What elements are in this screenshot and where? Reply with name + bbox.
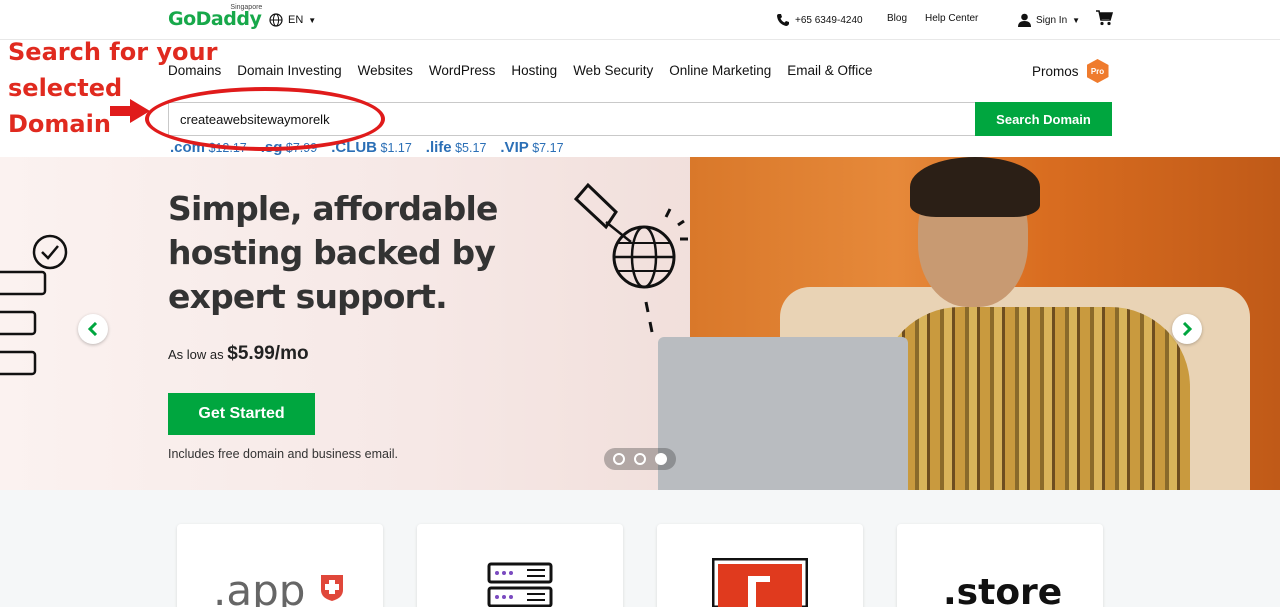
carousel-prev-button[interactable]: [78, 314, 108, 344]
checklist-illustration: [0, 234, 68, 376]
nav-item-domain-investing[interactable]: Domain Investing: [237, 63, 341, 78]
tld-price: $7.17: [532, 141, 564, 155]
main-nav: Domains Domain Investing Websites WordPr…: [168, 63, 873, 78]
carousel-dot-active[interactable]: [654, 453, 667, 465]
help-center-link[interactable]: Help Center: [925, 13, 978, 24]
product-card-app[interactable]: .app: [177, 524, 383, 607]
get-started-button[interactable]: Get Started: [168, 393, 315, 435]
language-label: EN: [288, 14, 304, 26]
nav-item-wordpress[interactable]: WordPress: [429, 63, 496, 78]
sign-in-label: Sign In: [1036, 14, 1068, 26]
godaddy-logo[interactable]: GoDaddy Singapore: [168, 4, 262, 30]
globe-icon: [269, 13, 283, 27]
globe-tag-illustration: [573, 182, 688, 333]
carousel-dot[interactable]: [613, 453, 626, 465]
blog-link[interactable]: Blog: [887, 13, 907, 24]
tld-item[interactable]: .VIP $7.17: [500, 139, 563, 156]
hero-photo-hair: [910, 157, 1040, 217]
hero-note: Includes free domain and business email.: [168, 447, 398, 461]
logo-text: GoDaddy: [168, 8, 262, 30]
hero-title-line: hosting backed by: [168, 233, 496, 272]
shield-icon: [321, 575, 343, 601]
search-domain-button[interactable]: Search Domain: [975, 102, 1112, 136]
chevron-down-icon: ▼: [1072, 15, 1081, 25]
hero-price: As low as $5.99/mo: [168, 343, 309, 365]
chevron-down-icon: ▼: [308, 15, 317, 25]
phone-link[interactable]: +65 6349-4240: [776, 13, 863, 27]
cart-icon: [1096, 10, 1114, 26]
annotation-ellipse: [145, 87, 385, 151]
card-app-label: .app: [213, 566, 306, 607]
hero-photo-laptop: [658, 337, 908, 490]
server-icon: [487, 562, 553, 607]
hero-title-line: expert support.: [168, 277, 448, 316]
product-card-store[interactable]: .store: [897, 524, 1103, 607]
nav-item-websites[interactable]: Websites: [358, 63, 413, 78]
hero-title: Simple, affordable hosting backed by exp…: [168, 187, 498, 319]
carousel-pagination: [604, 448, 676, 470]
hero-photo-person: [880, 307, 1190, 490]
tld-item[interactable]: .life $5.17: [426, 139, 487, 156]
chevron-left-icon: [87, 322, 98, 336]
carousel-next-button[interactable]: [1172, 314, 1202, 344]
cart-button[interactable]: [1096, 10, 1114, 31]
office-icon: [712, 558, 808, 607]
hero-carousel: Simple, affordable hosting backed by exp…: [0, 157, 1280, 490]
chevron-right-icon: [1182, 322, 1193, 336]
product-card-office[interactable]: [657, 524, 863, 607]
tld-price: $1.17: [380, 141, 412, 155]
price-value: $5.99/mo: [227, 343, 309, 364]
nav-item-hosting[interactable]: Hosting: [511, 63, 557, 78]
nav-item-web-security[interactable]: Web Security: [573, 63, 653, 78]
help-center-label: Help Center: [925, 13, 979, 24]
carousel-dot[interactable]: [633, 453, 646, 465]
card-store-label: .store: [943, 572, 1063, 607]
blog-label: Blog: [887, 13, 908, 24]
user-icon: [1018, 13, 1031, 27]
promos-link[interactable]: Promos Pro: [1032, 59, 1109, 83]
language-selector[interactable]: EN ▼: [269, 13, 316, 27]
hero-title-line: Simple, affordable: [168, 189, 498, 228]
nav-item-email-office[interactable]: Email & Office: [787, 63, 872, 78]
tld-name: .life: [425, 139, 452, 156]
tld-name: .VIP: [500, 139, 529, 156]
logo-country: Singapore: [230, 4, 263, 11]
phone-number: +65 6349-4240: [795, 14, 863, 26]
annotation-arrow-icon: [110, 99, 150, 123]
tld-price: $5.17: [455, 141, 487, 155]
nav-item-online-marketing[interactable]: Online Marketing: [669, 63, 771, 78]
annotation-line: Search for your: [8, 38, 218, 66]
product-card-servers[interactable]: [417, 524, 623, 607]
phone-icon: [777, 14, 789, 26]
sign-in-menu[interactable]: Sign In ▼: [1018, 13, 1080, 27]
pro-badge: Pro: [1086, 59, 1109, 83]
price-prefix: As low as: [168, 347, 224, 362]
promos-label: Promos: [1032, 63, 1079, 79]
